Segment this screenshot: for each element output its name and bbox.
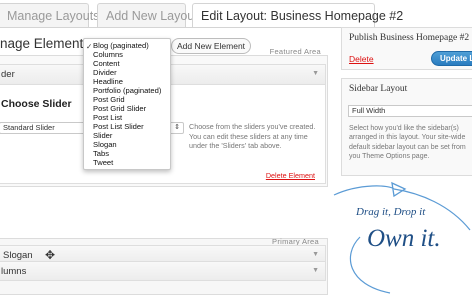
slider-select-value: Standard Slider [3, 123, 55, 132]
add-new-element-button[interactable]: Add New Element [171, 38, 252, 54]
chevron-down-icon[interactable]: ▼ [312, 251, 319, 258]
slogan-block-title: Slogan [3, 250, 33, 261]
publish-title: Publish Business Homepage #2 [349, 33, 470, 43]
tab-add-new-layout[interactable]: Add New Layout [97, 3, 198, 27]
promo-slogan: Own it. [367, 225, 441, 252]
dropdown-option[interactable]: Post List Slider [93, 122, 144, 131]
chevron-down-icon[interactable]: ▼ [312, 267, 319, 274]
dropdown-option[interactable]: Blog (paginated) [93, 41, 149, 50]
dropdown-option[interactable]: Content [93, 59, 120, 68]
element-type-dropdown[interactable]: ✓ Blog (paginated) Columns Content Divid… [83, 38, 171, 170]
update-layout-button[interactable]: Update Lay [431, 51, 472, 66]
slider-help-text: Choose from the sliders you've created. … [189, 122, 316, 150]
sidebar-layout-box: Sidebar Layout Full Width Select how you… [341, 78, 472, 176]
slider-block-title: der [1, 69, 15, 80]
featured-area-label: Featured Area [269, 47, 321, 56]
sidebar-layout-select[interactable]: Full Width [348, 105, 472, 117]
manage-elements-title: nage Elements [0, 36, 91, 51]
publish-box: Publish Business Homepage #2 Delete Upda… [341, 27, 472, 70]
tab-manage-layouts[interactable]: Manage Layouts [0, 3, 99, 27]
move-icon[interactable]: ✥ [45, 248, 55, 262]
chevron-down-icon[interactable]: ▼ [312, 70, 319, 77]
promo-tagline: Drag it, Drop it [356, 206, 426, 218]
sidebar-layout-help: Select how you'd like the sidebar(s) arr… [349, 125, 466, 160]
delete-element-link[interactable]: Delete Element [266, 171, 315, 180]
dropdown-option[interactable]: Divider [93, 68, 117, 77]
dropdown-option[interactable]: Post Grid [93, 95, 125, 104]
tab-edit-layout[interactable]: Edit Layout: Business Homepage #2 [192, 3, 403, 27]
dropdown-option[interactable]: Tabs [93, 149, 109, 158]
dropdown-option[interactable]: Slogan [93, 140, 117, 149]
columns-element-block[interactable]: lumns ▼ [0, 261, 326, 281]
checkmark-icon: ✓ [86, 42, 93, 51]
select-arrows-icon: ⇕ [174, 124, 180, 131]
dropdown-option[interactable]: Post List [93, 113, 122, 122]
dropdown-option[interactable]: Post Grid Slider [93, 104, 146, 113]
dropdown-option[interactable]: Slider [93, 131, 112, 140]
delete-layout-link[interactable]: Delete [349, 54, 374, 64]
dropdown-option[interactable]: Tweet [93, 158, 113, 167]
dropdown-option[interactable]: Headline [93, 77, 123, 86]
dropdown-option[interactable]: Columns [93, 50, 123, 59]
sidebar-layout-title: Sidebar Layout [349, 84, 408, 94]
columns-block-title: lumns [1, 266, 27, 277]
dropdown-option[interactable]: Portfolio (paginated) [93, 86, 161, 95]
choose-slider-title: Choose Slider [1, 98, 72, 110]
